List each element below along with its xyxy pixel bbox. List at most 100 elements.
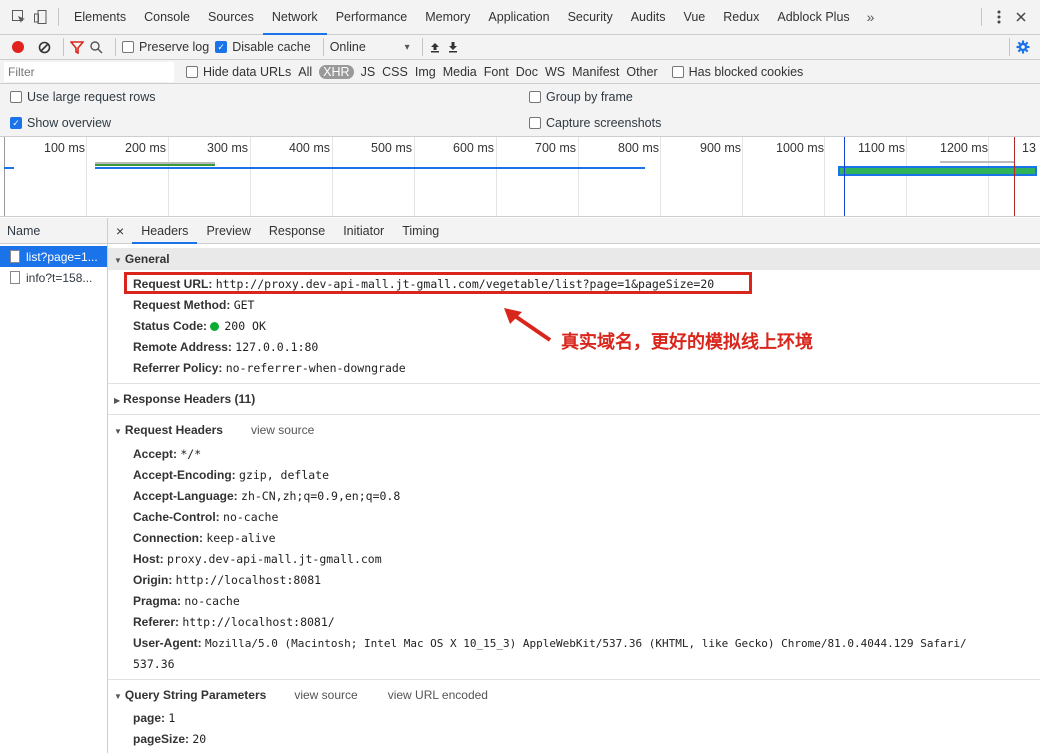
gridline bbox=[988, 137, 989, 216]
hide-data-urls-checkbox[interactable]: Hide data URLs bbox=[186, 65, 291, 79]
throttling-select[interactable]: Online ▾ bbox=[330, 40, 410, 54]
kebab-menu-icon[interactable] bbox=[988, 6, 1010, 28]
filter-input[interactable] bbox=[4, 61, 174, 82]
query-params-section-header[interactable]: ▼ Query String Parameters view source view … bbox=[108, 684, 1040, 706]
filter-type-img[interactable]: Img bbox=[415, 65, 436, 79]
tab-memory[interactable]: Memory bbox=[416, 0, 479, 35]
disable-cache-label: Disable cache bbox=[232, 40, 311, 54]
filter-toggle-button[interactable] bbox=[70, 40, 84, 54]
header-key: Status Code: bbox=[133, 319, 208, 333]
overview-tick: 1100 ms bbox=[858, 141, 906, 155]
request-row[interactable]: list?page=1... bbox=[0, 246, 107, 267]
group-by-frame-checkbox[interactable]: Group by frame bbox=[529, 90, 633, 104]
close-icon[interactable] bbox=[1010, 6, 1032, 28]
show-overview-checkbox[interactable]: ✓ Show overview bbox=[10, 116, 111, 130]
capture-screenshots-label: Capture screenshots bbox=[546, 116, 662, 130]
network-settings-button[interactable] bbox=[1016, 40, 1030, 54]
tab-timing[interactable]: Timing bbox=[393, 218, 448, 244]
tab-sources[interactable]: Sources bbox=[199, 0, 263, 35]
request-row[interactable]: info?t=158... bbox=[0, 267, 107, 288]
overview-tick: 700 ms bbox=[535, 141, 576, 155]
overview-request-bar bbox=[940, 161, 1015, 163]
filter-type-js[interactable]: JS bbox=[361, 65, 376, 79]
has-blocked-cookies-label: Has blocked cookies bbox=[688, 64, 804, 79]
response-headers-section-header[interactable]: ▶ Response Headers (11) bbox=[108, 388, 1040, 410]
checkbox-box[interactable] bbox=[529, 91, 541, 103]
tab-security[interactable]: Security bbox=[559, 0, 622, 35]
tab-headers[interactable]: Headers bbox=[132, 218, 198, 244]
annotation-arrow-icon bbox=[504, 308, 552, 342]
import-har-button[interactable] bbox=[429, 41, 441, 53]
tab-audits[interactable]: Audits bbox=[622, 0, 675, 35]
checkbox-box[interactable] bbox=[186, 65, 198, 78]
filter-type-other[interactable]: Other bbox=[626, 65, 657, 79]
header-value: */* bbox=[180, 447, 202, 461]
view-url-encoded-link[interactable]: view URL encoded bbox=[388, 688, 488, 702]
view-source-link[interactable]: view source bbox=[251, 423, 314, 437]
disable-cache-checkbox[interactable]: ✓ Disable cache bbox=[215, 40, 311, 54]
filter-type-css[interactable]: CSS bbox=[382, 65, 408, 79]
details-tab-bar: × Headers Preview Response Initiator Tim… bbox=[108, 218, 1040, 244]
record-button[interactable] bbox=[12, 41, 24, 53]
export-har-button[interactable] bbox=[447, 41, 459, 53]
load-event-marker bbox=[1014, 137, 1015, 216]
checkbox-box[interactable] bbox=[529, 117, 541, 129]
column-header-name[interactable]: Name bbox=[0, 218, 107, 244]
filter-type-doc[interactable]: Doc bbox=[516, 65, 538, 79]
checkbox-box[interactable] bbox=[671, 65, 684, 78]
gridline bbox=[332, 137, 333, 216]
large-rows-checkbox[interactable]: Use large request rows bbox=[10, 90, 156, 104]
chevron-down-icon: ▾ bbox=[404, 41, 410, 53]
request-header-row: Origin: http://localhost:8081 bbox=[108, 570, 1040, 591]
more-tabs-button[interactable]: » bbox=[859, 9, 883, 25]
tab-performance[interactable]: Performance bbox=[327, 0, 417, 35]
has-blocked-cookies-checkbox[interactable]: Has blocked cookies bbox=[671, 64, 804, 79]
filter-type-all[interactable]: All bbox=[298, 65, 312, 79]
header-key: pageSize: bbox=[133, 732, 190, 746]
network-overview[interactable]: 100 ms 200 ms 300 ms 400 ms 500 ms 600 m… bbox=[0, 136, 1040, 217]
filter-type-manifest[interactable]: Manifest bbox=[572, 65, 619, 79]
tab-initiator[interactable]: Initiator bbox=[334, 218, 393, 244]
gridline bbox=[660, 137, 661, 216]
preserve-log-checkbox[interactable]: Preserve log bbox=[122, 40, 209, 54]
checkbox-box[interactable] bbox=[10, 91, 22, 103]
filter-type-ws[interactable]: WS bbox=[545, 65, 565, 79]
checkbox-checked-icon[interactable]: ✓ bbox=[215, 41, 228, 53]
filter-type-xhr[interactable]: XHR bbox=[319, 64, 354, 79]
request-header-row: Pragma: no-cache bbox=[108, 591, 1040, 612]
filter-type-font[interactable]: Font bbox=[484, 65, 509, 79]
gridline bbox=[496, 137, 497, 216]
throttling-value: Online bbox=[329, 40, 366, 54]
tab-redux[interactable]: Redux bbox=[714, 0, 768, 35]
filter-icon bbox=[70, 40, 84, 54]
capture-screenshots-checkbox[interactable]: Capture screenshots bbox=[529, 116, 661, 130]
tab-preview[interactable]: Preview bbox=[197, 218, 259, 244]
checkbox-checked-icon[interactable]: ✓ bbox=[10, 117, 22, 129]
tab-console[interactable]: Console bbox=[135, 0, 199, 35]
checkbox-box[interactable] bbox=[122, 41, 134, 53]
tab-application[interactable]: Application bbox=[479, 0, 558, 35]
clear-button[interactable] bbox=[38, 41, 51, 54]
divider bbox=[63, 38, 64, 56]
search-button[interactable] bbox=[90, 40, 103, 54]
tab-network[interactable]: Network bbox=[262, 0, 327, 35]
tab-response[interactable]: Response bbox=[260, 218, 334, 244]
tab-adblock-plus[interactable]: Adblock Plus bbox=[768, 0, 858, 35]
inspect-element-icon[interactable] bbox=[8, 6, 30, 28]
settings-row-1: Use large request rows Group by frame bbox=[0, 84, 1040, 110]
close-details-button[interactable]: × bbox=[108, 218, 132, 244]
general-section-header[interactable]: ▼ General bbox=[108, 248, 1040, 270]
header-key: Accept: bbox=[133, 447, 178, 461]
device-toolbar-icon[interactable] bbox=[30, 6, 52, 28]
request-method-row: Request Method: GET bbox=[108, 295, 1040, 316]
header-value: 200 OK bbox=[224, 319, 266, 333]
tab-vue[interactable]: Vue bbox=[674, 0, 714, 35]
header-value: no-referrer-when-downgrade bbox=[225, 361, 406, 375]
request-details-panel: × Headers Preview Response Initiator Tim… bbox=[108, 218, 1040, 753]
tab-elements[interactable]: Elements bbox=[65, 0, 135, 35]
view-source-link[interactable]: view source bbox=[294, 688, 357, 702]
filter-type-media[interactable]: Media bbox=[443, 65, 477, 79]
divider bbox=[322, 38, 324, 56]
query-param-row: pageSize: 20 bbox=[108, 729, 1040, 750]
request-headers-section-header[interactable]: ▼ Request Headers view source bbox=[108, 419, 1040, 441]
